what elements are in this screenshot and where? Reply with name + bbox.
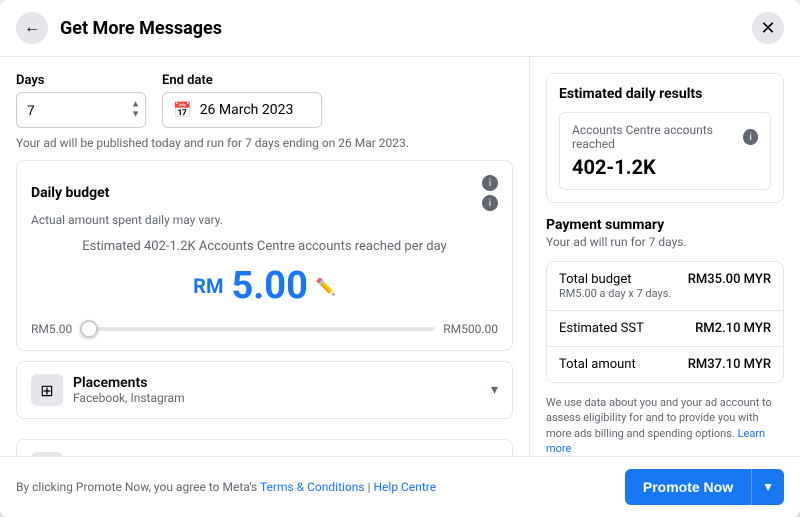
back-button[interactable]: ← [16,12,48,44]
placements-section[interactable]: ⊞ Placements Facebook, Instagram ▾ [16,361,513,419]
amount-value: 5.00 [231,264,307,308]
placement-title: Placements [73,375,491,391]
promote-now-button[interactable]: Promote Now [625,469,751,505]
total-budget-label: Total budget [559,272,671,287]
modal-footer: By clicking Promote Now, you agree to Me… [0,456,800,517]
end-date-label: End date [162,73,322,88]
right-panel: Estimated daily results Accounts Centre … [530,57,800,456]
total-budget-row: Total budget RM5.00 a day x 7 days. RM35… [547,262,783,311]
daily-budget-section: Daily budget i i Actual amount spent dai… [16,160,513,351]
spinner-down-icon[interactable]: ▼ [131,111,140,120]
help-centre-link[interactable]: Help Centre [373,480,436,494]
payment-method-section[interactable]: ✏ Payment method ▾ [16,439,513,456]
close-button[interactable]: ✕ [752,12,784,44]
days-input-wrapper: ▲ ▼ [16,92,146,128]
footer-text-prefix: By clicking Promote Now, you agree to Me… [16,480,257,494]
spinner-arrows: ▲ ▼ [131,101,140,120]
budget-subtitle: Actual amount spent daily may vary. [31,213,498,227]
placements-icon: ⊞ [31,374,63,406]
estimated-reach-text: Estimated 402-1.2K Accounts Centre accou… [31,239,498,254]
end-date-field: End date 📅 26 March 2023 [162,73,322,128]
budget-slider[interactable] [80,327,435,331]
modal-header: ← Get More Messages ✕ [0,0,800,57]
accounts-value: 402-1.2K [572,155,656,179]
accounts-label: Accounts Centre accounts reached [572,123,743,151]
payment-summary: Payment summary Your ad will run for 7 d… [546,217,784,456]
estimated-sst-label: Estimated SST [559,321,644,336]
days-label: Days [16,73,146,88]
accounts-info-icon[interactable]: i [743,129,758,145]
total-amount-value: RM37.10 MYR [688,357,771,372]
promote-btn-group: Promote Now ▼ [625,469,784,505]
results-inner-header: Accounts Centre accounts reached i [572,123,758,151]
back-icon: ← [24,19,40,37]
end-date-value: 26 March 2023 [200,102,294,118]
calendar-icon: 📅 [173,101,192,119]
daily-budget-header: Daily budget i i [31,175,498,211]
date-row: Days ▲ ▼ End date 📅 26 March 2023 [16,73,513,128]
currency-label: RM [193,274,223,298]
payment-summary-card: Total budget RM5.00 a day x 7 days. RM35… [546,261,784,383]
payment-summary-title: Payment summary [546,217,784,233]
slider-row: RM5.00 RM500.00 [31,322,498,336]
placement-sub: Facebook, Instagram [73,391,491,405]
slider-min-label: RM5.00 [31,322,72,336]
get-more-messages-modal: ← Get More Messages ✕ Days ▲ ▼ [0,0,800,517]
estimated-sst-value: RM2.10 MYR [695,321,771,336]
total-budget-label-group: Total budget RM5.00 a day x 7 days. [559,272,671,300]
disclaimer-text: We use data about you and your ad accoun… [546,395,784,456]
payment-summary-sub: Your ad will run for 7 days. [546,235,784,249]
total-budget-sub: RM5.00 a day x 7 days. [559,287,671,300]
footer-separator: | [368,480,371,494]
spinner-up-icon[interactable]: ▲ [131,101,140,110]
promote-dropdown-button[interactable]: ▼ [751,469,784,505]
close-icon: ✕ [760,18,775,39]
estimated-results-card: Estimated daily results Accounts Centre … [546,73,784,203]
promote-dropdown-arrow-icon: ▼ [762,480,774,494]
modal-title: Get More Messages [60,18,752,39]
days-input[interactable] [16,92,146,128]
left-panel: Days ▲ ▼ End date 📅 26 March 2023 [0,57,530,456]
results-inner: Accounts Centre accounts reached i 402-1… [559,112,771,190]
modal-body: Days ▲ ▼ End date 📅 26 March 2023 [0,57,800,456]
slider-max-label: RM500.00 [443,322,498,336]
placement-content: Placements Facebook, Instagram [73,375,491,405]
daily-budget-title: Daily budget [31,185,109,201]
date-picker[interactable]: 📅 26 March 2023 [162,92,322,128]
placements-chevron-icon: ▾ [491,382,498,398]
edit-amount-icon[interactable]: ✏️ [316,277,336,296]
info-icon-bottom[interactable]: i [482,195,498,211]
total-budget-value: RM35.00 MYR [688,272,771,287]
days-field: Days ▲ ▼ [16,73,146,128]
footer-text: By clicking Promote Now, you agree to Me… [16,480,615,494]
budget-amount-row: RM 5.00 ✏️ [31,264,498,308]
ad-info-text: Your ad will be published today and run … [16,136,513,150]
total-amount-label: Total amount [559,357,636,372]
terms-link[interactable]: Terms & Conditions [260,480,365,494]
info-icon-top[interactable]: i [482,175,498,191]
estimated-sst-row: Estimated SST RM2.10 MYR [547,311,783,347]
total-amount-row: Total amount RM37.10 MYR [547,347,783,382]
estimated-results-title: Estimated daily results [559,86,771,102]
